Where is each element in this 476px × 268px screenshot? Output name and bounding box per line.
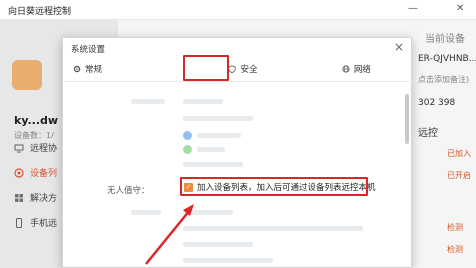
annotation-arrow bbox=[145, 204, 194, 265]
